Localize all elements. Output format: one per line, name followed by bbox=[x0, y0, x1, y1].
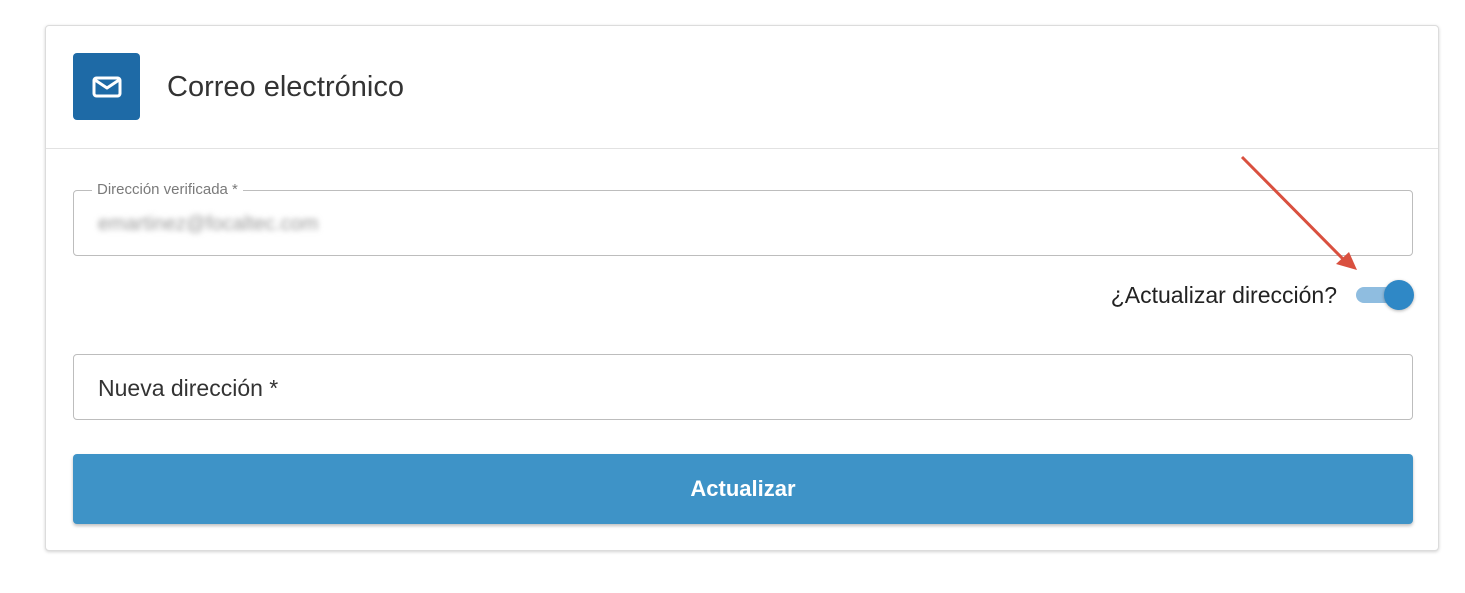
verified-email-field[interactable]: Dirección verificada * emartinez@focalte… bbox=[73, 181, 1413, 256]
card-header: Correo electrónico bbox=[46, 26, 1438, 149]
update-address-label: ¿Actualizar dirección? bbox=[1110, 281, 1337, 308]
update-address-toggle[interactable] bbox=[1354, 280, 1414, 310]
verified-email-value: emartinez@focaltec.com bbox=[98, 213, 319, 235]
verified-email-label: Dirección verificada * bbox=[92, 181, 243, 199]
update-button[interactable]: Actualizar bbox=[73, 454, 1413, 524]
mail-icon bbox=[73, 53, 140, 120]
update-address-toggle-row: ¿Actualizar dirección? bbox=[1111, 278, 1414, 312]
email-card: Correo electrónico Dirección verificada … bbox=[45, 25, 1439, 551]
card-title: Correo electrónico bbox=[167, 71, 404, 103]
new-address-placeholder: Nueva dirección * bbox=[98, 375, 279, 401]
toggle-knob bbox=[1384, 280, 1414, 310]
new-address-field[interactable]: Nueva dirección * bbox=[73, 354, 1413, 420]
